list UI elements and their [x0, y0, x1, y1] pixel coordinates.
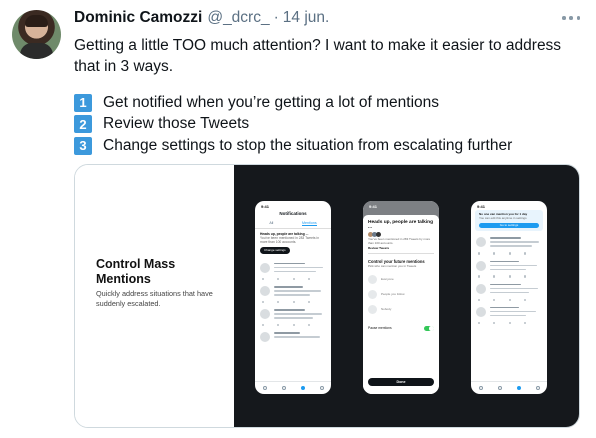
list-item: 2 Review those Tweets [74, 114, 512, 135]
list-item-text: Change settings to stop the situation fr… [103, 136, 513, 154]
author-handle[interactable]: @_dcrc_ [207, 9, 269, 27]
alert-text: You’ve been mentioned in 283 Tweets in m… [260, 236, 320, 245]
alert-button: Change settings [260, 246, 290, 254]
phone-mockup-control-sheet: 9:41 Heads up, people are talking ... Yo… [363, 201, 439, 394]
phone-navbar [255, 381, 331, 394]
mail-icon [319, 386, 324, 390]
list-item: 3 Change settings to stop the situation … [74, 135, 512, 156]
more-horizontal-icon[interactable] [562, 12, 580, 24]
card-left-panel: Control Mass Mentions Quickly address si… [75, 165, 234, 427]
tab-all: All [269, 221, 274, 225]
option-everyone: Everyone [368, 274, 434, 284]
phone-navbar [471, 381, 547, 394]
done-button: Done [368, 378, 434, 386]
sheet-text: You’ve been mentioned in 283 Tweets by m… [368, 237, 431, 245]
settings-button: Go to settings [479, 222, 539, 229]
feed-item [255, 326, 331, 343]
feed-item [471, 301, 547, 319]
feed-item [471, 231, 547, 249]
phone-header: Notifications [279, 211, 307, 216]
pause-toggle [424, 325, 434, 332]
home-icon [478, 386, 483, 390]
pause-mentions-row: Pause mentions [368, 325, 434, 332]
option-nobody: Nobody [368, 304, 434, 314]
mail-icon [535, 386, 540, 390]
search-icon [281, 386, 286, 390]
avatar[interactable] [12, 10, 61, 59]
feed-item [471, 255, 547, 273]
action-icons [471, 319, 547, 324]
card-title: Control Mass Mentions [96, 257, 176, 286]
keycap-number-icon: 3 [74, 136, 92, 155]
home-icon [262, 386, 267, 390]
feed-item [255, 303, 331, 321]
mentions-alert: Heads up, people are talking ... You’ve … [255, 229, 331, 257]
section-text: Pick who can mention you in Tweets [368, 263, 417, 268]
bottom-sheet: Heads up, people are talking ... You’ve … [363, 215, 439, 394]
notifications-icon [300, 386, 305, 390]
phone-mockup-paused: 9:41 No one can mention you for 1 day Yo… [471, 201, 547, 394]
keycap-number-icon: 2 [74, 115, 92, 133]
search-icon [497, 386, 502, 390]
tweet-list: 1 Get notified when you’re getting a lot… [74, 92, 512, 157]
banner-sub: You can edit this anytime in settings [479, 215, 527, 220]
separator-dot: · [273, 9, 279, 26]
status-time: 9:41 [369, 204, 378, 209]
phone-tabs: All Mentions [255, 221, 331, 229]
feed-item [255, 280, 331, 298]
tab-mentions: Mentions [302, 221, 317, 226]
author-name[interactable]: Dominic Camozzi [74, 9, 202, 27]
status-time: 9:41 [477, 204, 486, 209]
sheet-title: Heads up, people are talking ... [368, 220, 434, 230]
avatar-hair [25, 15, 48, 27]
list-item-text: Get notified when you’re getting a lot o… [103, 93, 440, 111]
tweet-date[interactable]: 14 jun. [283, 9, 330, 27]
card-subtitle: Quickly address situations that have sud… [96, 289, 213, 308]
review-label: Review Tweets [368, 245, 390, 250]
feed-item [471, 278, 547, 296]
media-card[interactable]: Control Mass Mentions Quickly address si… [74, 164, 580, 428]
option-people-you-follow: People you follow [368, 289, 434, 299]
list-item-text: Review those Tweets [103, 115, 250, 132]
pause-label: Pause mentions [368, 326, 392, 331]
avatar-shirt [20, 43, 53, 59]
keycap-number-icon: 1 [74, 93, 92, 112]
tweet-text: Getting a little TOO much attention? I w… [74, 37, 562, 75]
card-right-panel: 9:41 Notifications All Mentions Heads up… [234, 165, 579, 427]
list-item: 1 Get notified when you’re getting a lot… [74, 92, 512, 113]
paused-banner: No one can mention you for 1 day You can… [475, 210, 543, 232]
tweet[interactable]: Dominic Camozzi @_dcrc_ · 14 jun. Gettin… [0, 0, 596, 438]
notifications-icon [516, 386, 521, 390]
status-time: 9:41 [261, 204, 270, 209]
tweet-header: Dominic Camozzi @_dcrc_ · 14 jun. [74, 9, 329, 31]
feed-item [255, 257, 331, 275]
phone-mockup-notifications: 9:41 Notifications All Mentions Heads up… [255, 201, 331, 394]
